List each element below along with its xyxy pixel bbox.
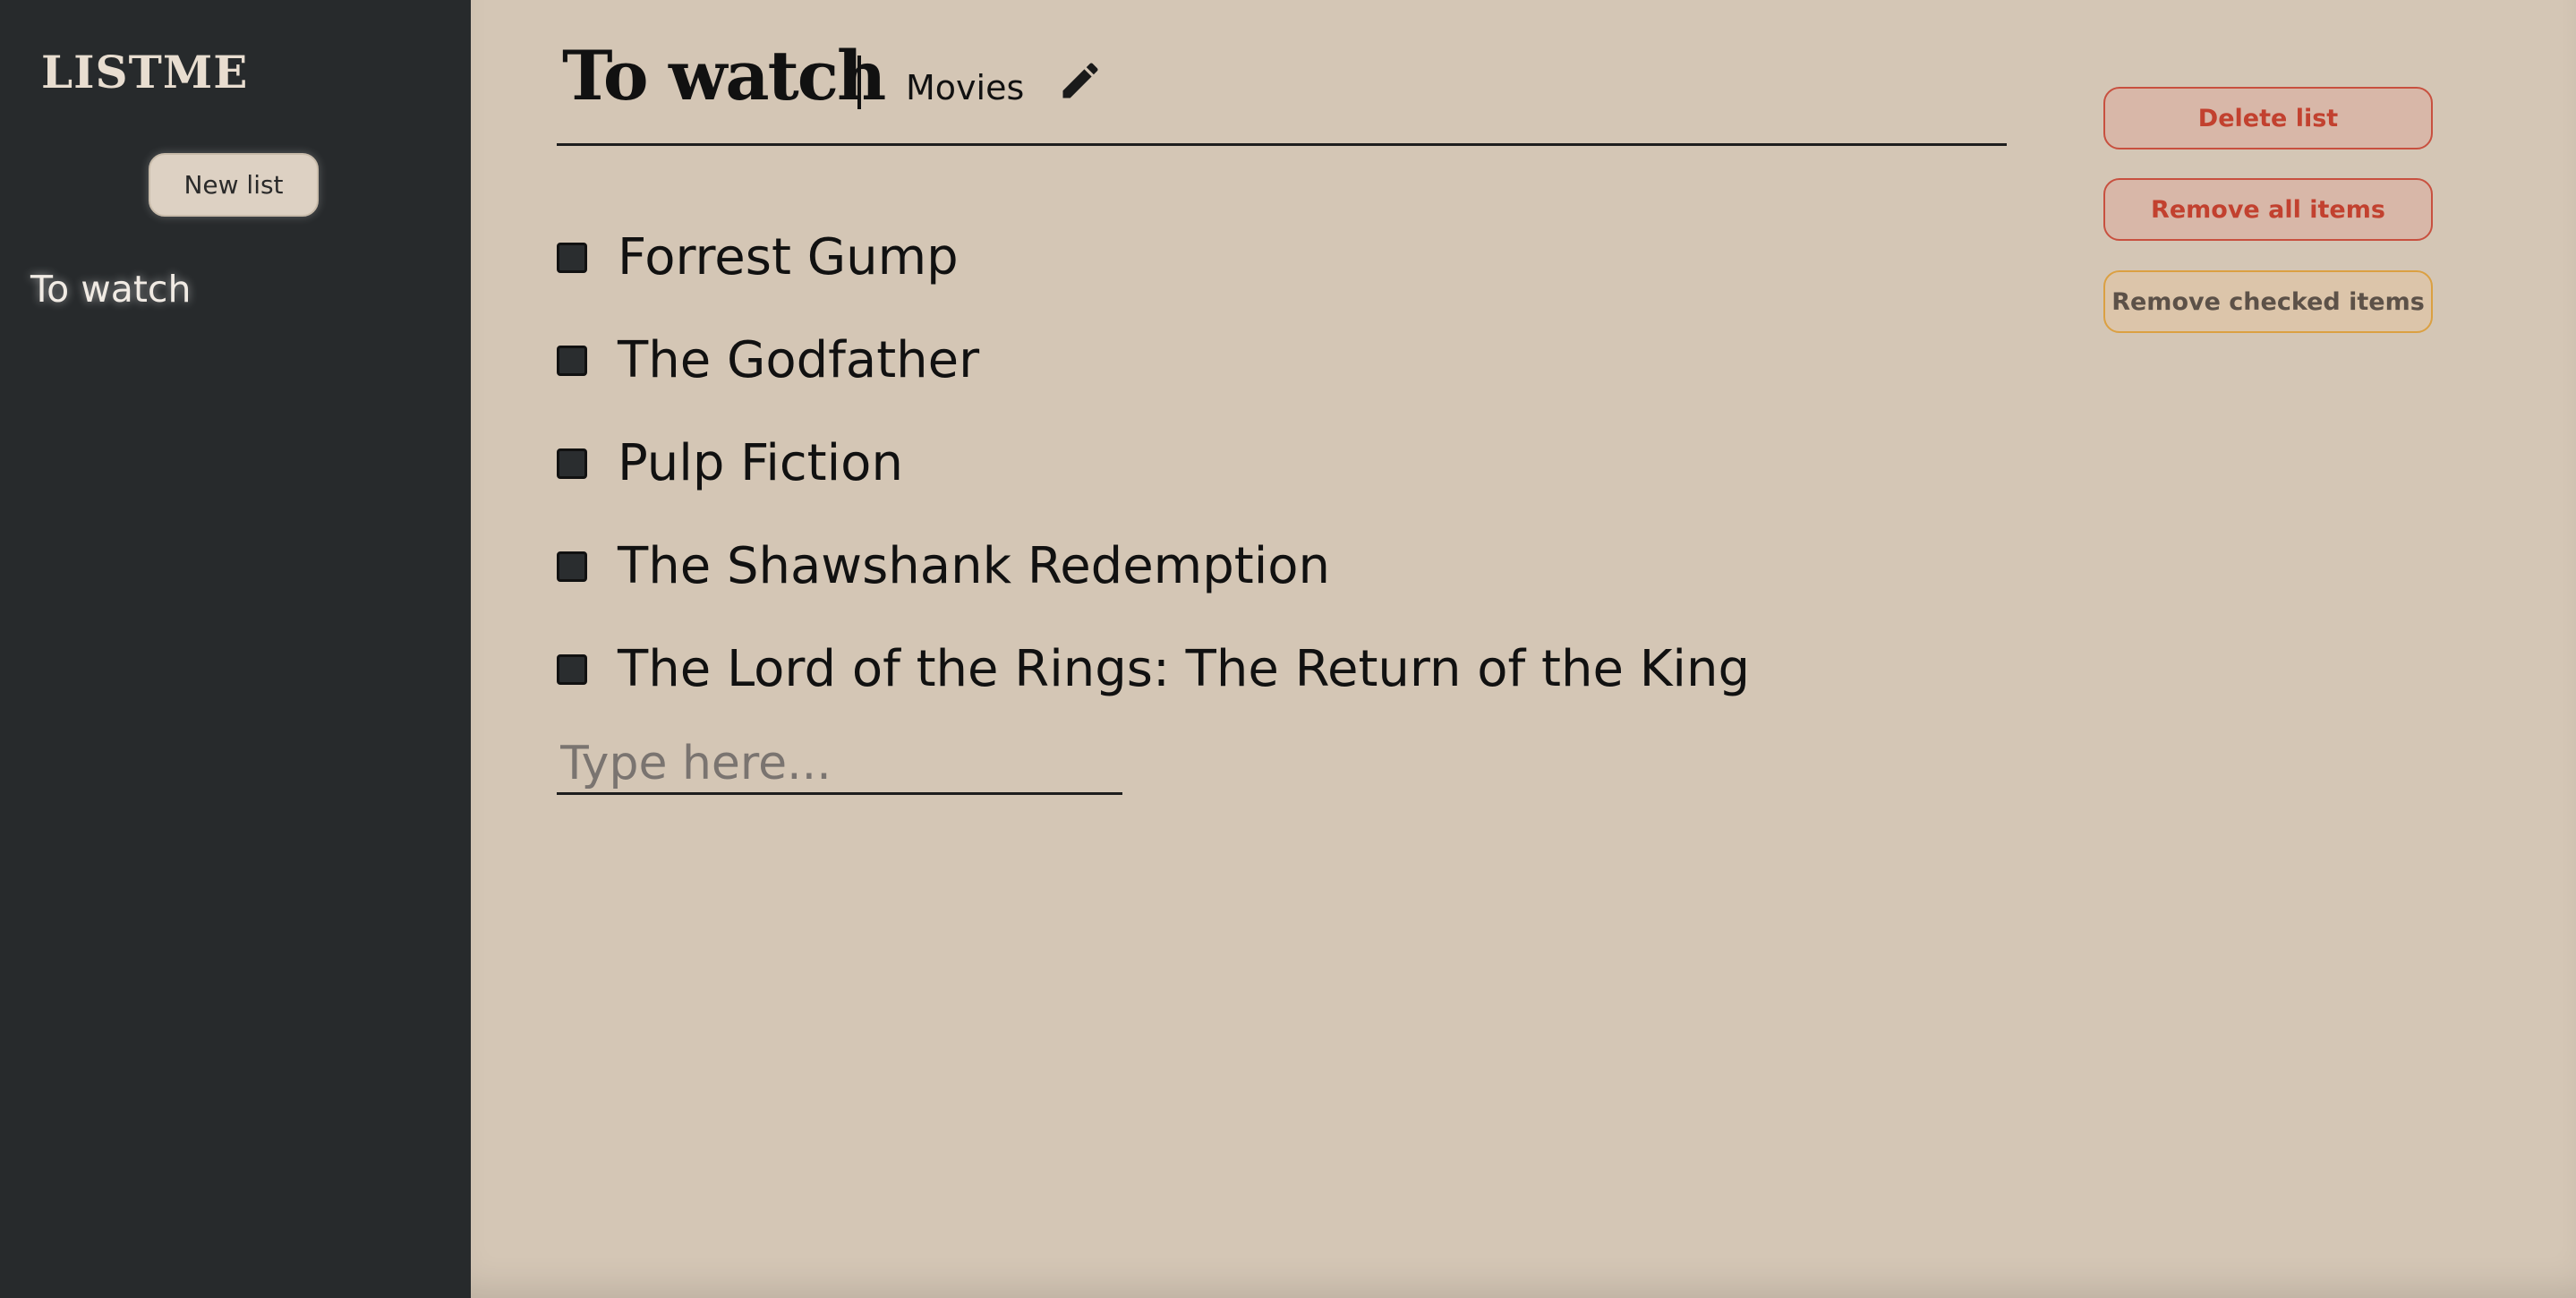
list-title: To watch (562, 36, 886, 115)
item-checkbox[interactable] (557, 448, 587, 479)
pencil-icon[interactable] (1057, 57, 1104, 104)
list-category: Movies (906, 68, 1025, 107)
item-checkbox[interactable] (557, 242, 587, 273)
app: LISTME New list To watch To watch Movies… (0, 0, 2576, 1298)
item-label: Forrest Gump (618, 227, 959, 286)
sidebar-item-to-watch[interactable]: To watch (30, 261, 191, 317)
remove-checked-items-button[interactable]: Remove checked items (2103, 270, 2433, 333)
title-separator (857, 56, 861, 109)
item-checkbox[interactable] (557, 653, 587, 685)
list-item: Pulp Fiction (557, 412, 1750, 515)
item-checkbox[interactable] (557, 551, 587, 582)
new-item-input[interactable] (557, 734, 1122, 795)
header-divider (557, 143, 2007, 146)
item-checkbox[interactable] (557, 345, 587, 376)
remove-all-items-button[interactable]: Remove all items (2103, 178, 2433, 241)
item-label: The Shawshank Redemption (618, 536, 1331, 595)
item-label: Pulp Fiction (618, 433, 903, 492)
sidebar: LISTME New list To watch (0, 0, 471, 1298)
list-item: Forrest Gump (557, 206, 1750, 309)
delete-list-button[interactable]: Delete list (2103, 87, 2433, 149)
list-item: The Lord of the Rings: The Return of the… (557, 618, 1750, 721)
list-item: The Shawshank Redemption (557, 515, 1750, 618)
item-label: The Lord of the Rings: The Return of the… (618, 639, 1751, 698)
app-logo: LISTME (41, 46, 249, 98)
list-item: The Godfather (557, 309, 1750, 412)
new-list-button[interactable]: New list (149, 153, 319, 217)
item-list: Forrest Gump The Godfather Pulp Fiction … (557, 206, 1750, 721)
item-label: The Godfather (618, 330, 980, 389)
